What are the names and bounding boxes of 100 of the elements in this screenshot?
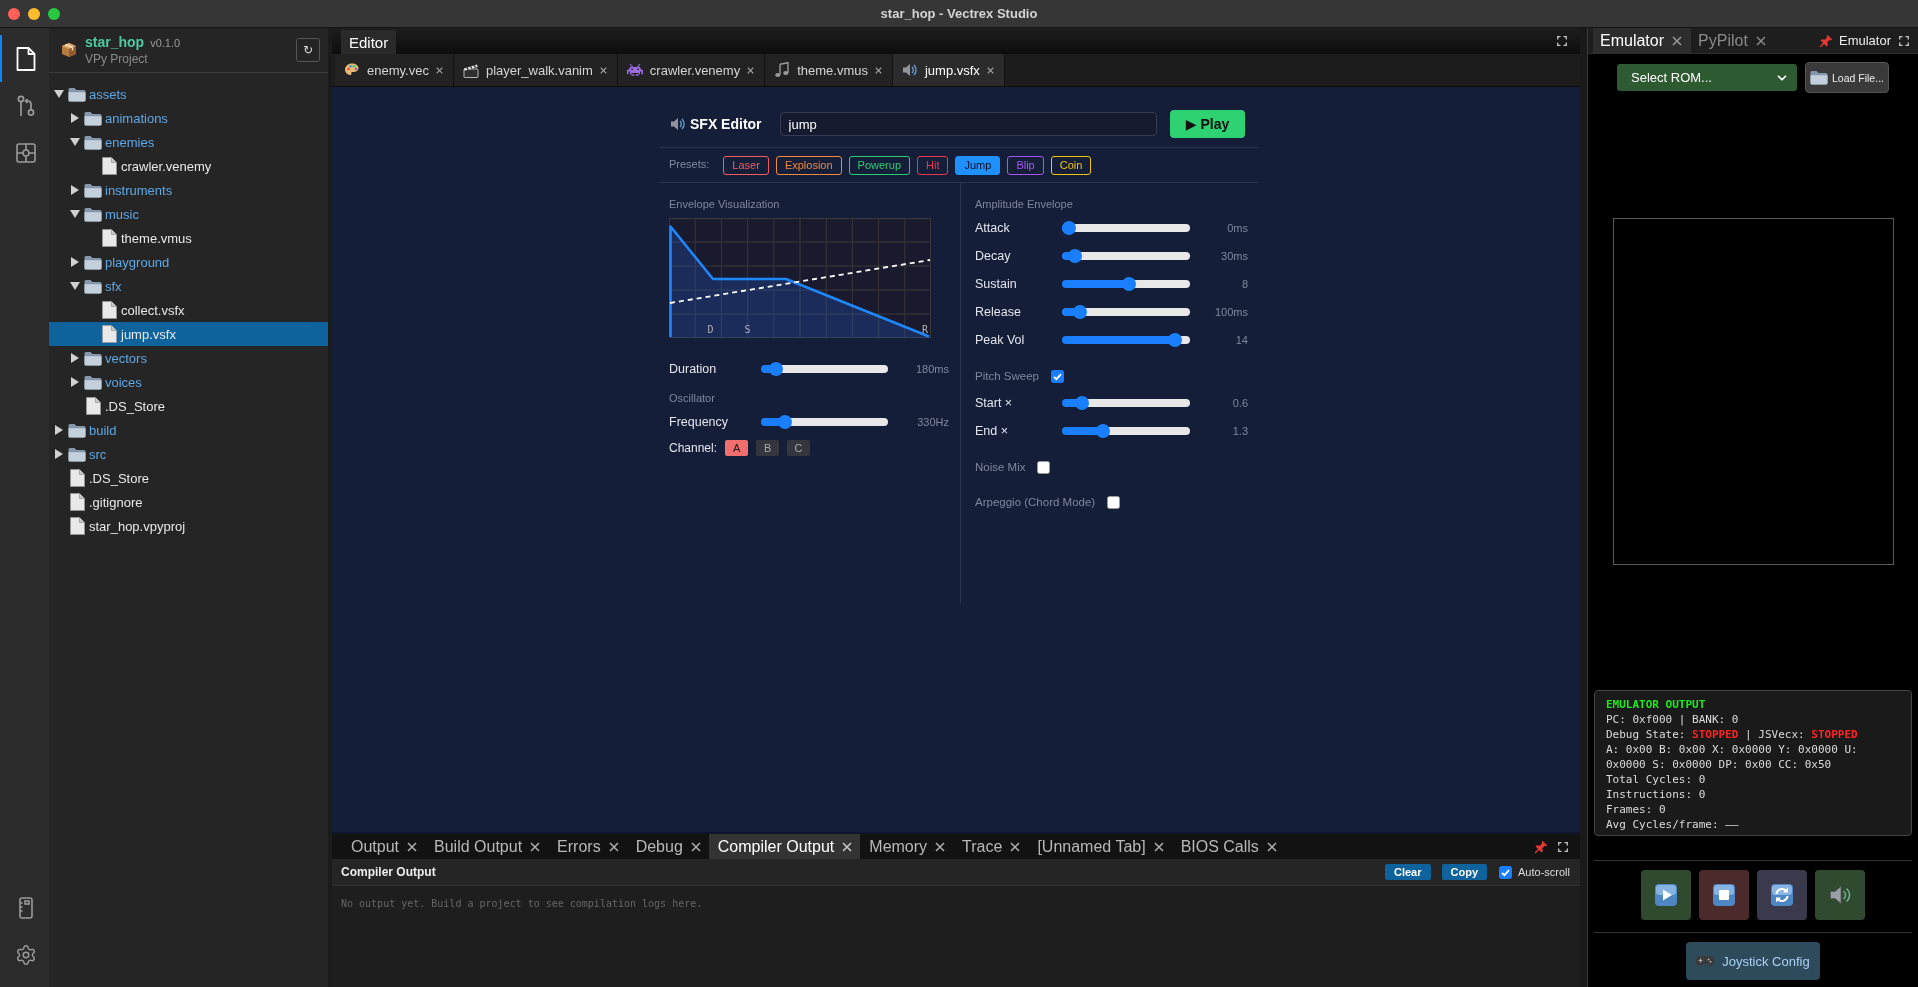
editor-tab[interactable]: theme.vmus	[765, 54, 893, 86]
close-icon[interactable]	[1153, 841, 1164, 852]
maximize-icon[interactable]	[1899, 35, 1909, 46]
toolbar-button[interactable]: Clear	[1385, 864, 1431, 880]
checkbox[interactable]	[1107, 495, 1121, 509]
slider-thumb[interactable]	[1067, 249, 1082, 263]
panel-tab[interactable]: Memory	[860, 834, 954, 859]
file-item[interactable]: .DS_Store	[49, 466, 328, 490]
panel-tab[interactable]: Output	[342, 834, 426, 859]
caret-right-icon[interactable]	[55, 425, 63, 435]
slider-track[interactable]	[1062, 399, 1190, 407]
close-icon[interactable]	[747, 66, 755, 74]
file-item[interactable]: jump.vsfx	[49, 322, 328, 346]
slider-thumb[interactable]	[1167, 333, 1182, 347]
channel-button[interactable]: B	[756, 440, 780, 456]
folder-item[interactable]: src	[49, 442, 328, 466]
file-item[interactable]: crawler.venemy	[49, 154, 328, 178]
toolbar-button[interactable]: Copy	[1441, 864, 1488, 880]
close-icon[interactable]	[1672, 35, 1683, 46]
play-button[interactable]: ▶ Play	[1170, 110, 1245, 138]
slider-track[interactable]	[1062, 336, 1190, 344]
folder-item[interactable]: sfx	[49, 274, 328, 298]
slider-track[interactable]	[1062, 308, 1190, 316]
editor-tab[interactable]: player_walk.vanim	[453, 54, 618, 86]
checkbox[interactable]	[1499, 865, 1513, 879]
zoom-window-icon[interactable]	[48, 7, 60, 20]
preset-button[interactable]: Powerup	[848, 155, 910, 175]
slider-track[interactable]	[1062, 280, 1190, 288]
slider-thumb[interactable]	[1062, 221, 1076, 235]
close-icon[interactable]	[690, 841, 701, 852]
file-item[interactable]: star_hop.vpyproj	[49, 514, 328, 538]
panel-tab[interactable]: Debug	[626, 834, 709, 859]
preset-button[interactable]: Blip	[1007, 155, 1044, 175]
preset-button[interactable]: Explosion	[775, 155, 842, 175]
slider-track[interactable]	[1062, 252, 1190, 260]
slider-track[interactable]	[761, 365, 888, 373]
panel-tab[interactable]: [Unnamed Tab]	[1028, 834, 1172, 859]
slider-thumb[interactable]	[1075, 396, 1090, 410]
close-icon[interactable]	[874, 66, 882, 74]
slider-thumb[interactable]	[778, 415, 793, 429]
slider-track[interactable]	[1062, 224, 1190, 232]
panel-tab[interactable]: Compiler Output	[708, 834, 861, 859]
close-icon[interactable]	[599, 66, 607, 74]
maximize-icon[interactable]	[1557, 36, 1567, 46]
close-window-icon[interactable]	[8, 7, 20, 20]
folder-item[interactable]: voices	[49, 370, 328, 394]
checkbox[interactable]	[1050, 369, 1064, 383]
rom-select[interactable]: Select ROM...	[1617, 64, 1797, 91]
refresh-button[interactable]: ↻	[296, 38, 320, 62]
close-icon[interactable]	[608, 841, 619, 852]
file-item[interactable]: .DS_Store	[49, 394, 328, 418]
close-icon[interactable]	[1755, 35, 1766, 46]
folder-item[interactable]: animations	[49, 106, 328, 130]
caret-down-icon[interactable]	[54, 90, 64, 98]
caret-down-icon[interactable]	[70, 138, 80, 146]
channel-button[interactable]: A	[725, 440, 749, 456]
name-field[interactable]: jump	[779, 112, 1157, 136]
close-icon[interactable]	[1266, 841, 1277, 852]
slider-thumb[interactable]	[769, 362, 784, 376]
caret-right-icon[interactable]	[71, 257, 79, 267]
editor-tab[interactable]: crawler.venemy	[617, 54, 766, 86]
editor-tab[interactable]: enemy.vec	[335, 54, 454, 86]
editor-tab[interactable]: jump.vsfx	[892, 54, 1005, 86]
close-icon[interactable]	[986, 66, 994, 74]
pin-icon[interactable]	[1818, 33, 1833, 48]
slider-track[interactable]	[1062, 427, 1190, 435]
folder-item[interactable]: vectors	[49, 346, 328, 370]
panel-tab[interactable]: Emulator	[1593, 28, 1692, 53]
folder-item[interactable]: build	[49, 418, 328, 442]
preset-button[interactable]: Laser	[723, 155, 769, 175]
close-icon[interactable]	[530, 841, 541, 852]
caret-right-icon[interactable]	[55, 449, 63, 459]
load-file-button[interactable]: Load File...	[1805, 62, 1889, 93]
maximize-icon[interactable]	[1558, 841, 1568, 852]
close-icon[interactable]	[407, 841, 418, 852]
slider-thumb[interactable]	[1095, 424, 1110, 438]
panel-tab[interactable]: PyPilot	[1691, 28, 1775, 53]
close-icon[interactable]	[842, 841, 853, 852]
pin-icon[interactable]	[1534, 839, 1548, 854]
slider-thumb[interactable]	[1072, 305, 1087, 319]
minimize-window-icon[interactable]	[28, 7, 40, 20]
close-icon[interactable]	[1010, 841, 1021, 852]
file-item[interactable]: collect.vsfx	[49, 298, 328, 322]
folder-item[interactable]: enemies	[49, 130, 328, 154]
caret-right-icon[interactable]	[71, 113, 79, 123]
preset-button[interactable]: Coin	[1050, 155, 1092, 175]
close-icon[interactable]	[435, 66, 443, 74]
panel-tab[interactable]: Build Output	[425, 834, 549, 859]
stop-button[interactable]	[1699, 870, 1749, 920]
caret-right-icon[interactable]	[71, 377, 79, 387]
folder-item[interactable]: assets	[49, 82, 328, 106]
sound-button[interactable]	[1815, 870, 1865, 920]
preset-button[interactable]: Jump	[955, 155, 1001, 175]
panel-tab[interactable]: BIOS Calls	[1171, 834, 1285, 859]
panel-tab[interactable]: Trace	[953, 834, 1029, 859]
folder-item[interactable]: music	[49, 202, 328, 226]
preset-button[interactable]: Hit	[917, 155, 949, 175]
folder-item[interactable]: playground	[49, 250, 328, 274]
file-item[interactable]: .gitignore	[49, 490, 328, 514]
caret-down-icon[interactable]	[70, 210, 80, 218]
